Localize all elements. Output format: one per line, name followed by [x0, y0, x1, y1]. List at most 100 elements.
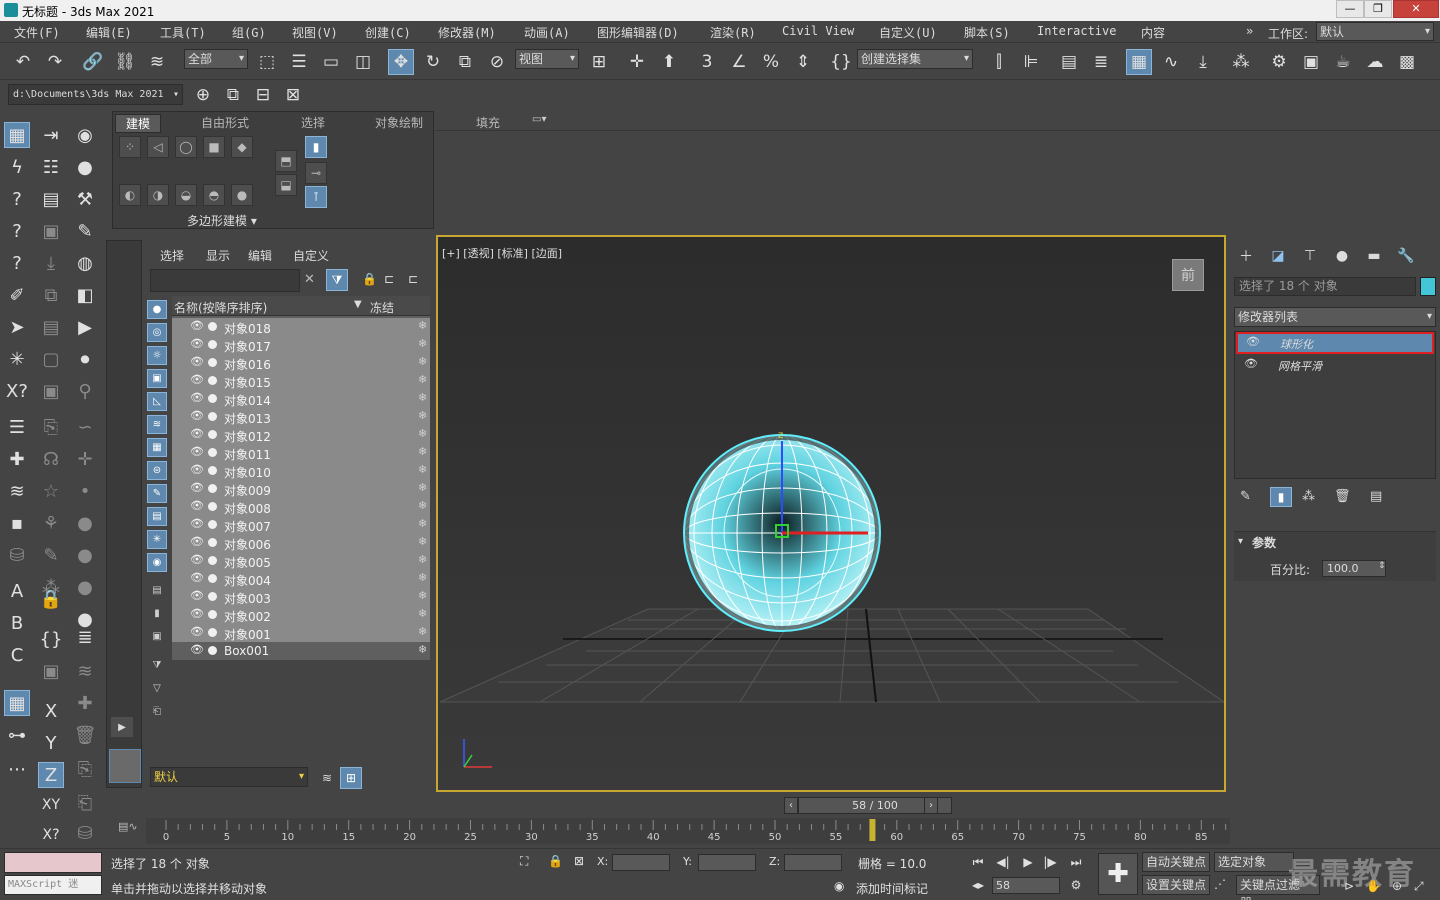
- link-icon[interactable]: 🔗: [80, 49, 106, 75]
- render-production-icon[interactable]: ☕: [1330, 49, 1356, 75]
- menu-animation[interactable]: 动画(A): [524, 24, 570, 41]
- key-mode-icon[interactable]: ◂▸: [970, 877, 986, 893]
- renderable-dot-icon[interactable]: [208, 358, 217, 367]
- next-frame-button-icon[interactable]: |▶: [1042, 854, 1058, 870]
- layer-explorer-toggle-icon[interactable]: ≋: [316, 767, 338, 789]
- move-dim-icon[interactable]: ✛: [72, 446, 98, 472]
- select-manipulate-icon[interactable]: ✛: [624, 49, 650, 75]
- renderable-dot-icon[interactable]: [208, 322, 217, 331]
- sort-desc-icon[interactable]: ▼: [354, 299, 362, 310]
- explorer-search-input[interactable]: [150, 269, 300, 292]
- freeze-snowflake-icon[interactable]: ❄: [418, 571, 427, 584]
- isolate-selection-icon[interactable]: ⛶: [520, 854, 528, 869]
- filter-lights-icon[interactable]: ☼: [147, 346, 167, 365]
- tab-modeling[interactable]: 建模: [115, 114, 162, 133]
- renderable-dot-icon[interactable]: [208, 394, 217, 403]
- layer-stack-strip-icon[interactable]: ≋: [4, 478, 30, 504]
- explorer-menu-edit[interactable]: 编辑: [248, 247, 272, 264]
- freeze-snowflake-icon[interactable]: ❄: [418, 607, 427, 620]
- visibility-eye-icon[interactable]: 👁: [190, 337, 204, 350]
- select-box-icon[interactable]: ▪: [4, 510, 30, 536]
- maximize-button[interactable]: ❐: [1364, 0, 1392, 18]
- cylinder-icon[interactable]: ⛁: [4, 542, 30, 568]
- stack-dim-bottom-icon[interactable]: ⛁: [72, 820, 98, 846]
- rollout-collapse-icon[interactable]: ▾: [1238, 536, 1243, 547]
- dot-medium-icon[interactable]: ●: [72, 510, 98, 536]
- explorer-row[interactable]: 👁 对象006 ❄: [172, 534, 430, 552]
- menu-file[interactable]: 文件(F): [14, 24, 60, 41]
- selection-name-field[interactable]: 选择了 18 个 对象: [1234, 277, 1416, 296]
- hierarchy-alt-icon[interactable]: ⊏: [408, 272, 418, 286]
- rollout-title[interactable]: 参数: [1252, 534, 1276, 551]
- prev-frame-icon[interactable]: ‹: [784, 797, 798, 814]
- viewport-icon[interactable]: ◉: [72, 122, 98, 148]
- visibility-eye-icon[interactable]: 👁: [190, 535, 204, 548]
- filter-helpers-icon[interactable]: ◺: [147, 392, 167, 411]
- copy-dim-icon[interactable]: ⎘: [72, 756, 98, 782]
- visibility-eye-icon[interactable]: 👁: [190, 319, 204, 332]
- filter-funnel-alt-icon[interactable]: ▽: [147, 679, 167, 698]
- show-result-icon[interactable]: ⊺: [305, 186, 327, 208]
- xform-icon[interactable]: X?: [4, 378, 30, 404]
- key-filter-icon[interactable]: ⋰: [1214, 877, 1226, 891]
- circle-gray-icon[interactable]: ●: [72, 574, 98, 600]
- menu-create[interactable]: 创建(C): [365, 24, 411, 41]
- question-lasso-icon[interactable]: ?: [4, 186, 30, 212]
- vertex-icon[interactable]: ⁘: [119, 136, 141, 158]
- add-time-tag-text[interactable]: 添加时间标记: [856, 880, 928, 897]
- explorer-row[interactable]: 👁 对象004 ❄: [172, 570, 430, 588]
- renderable-dot-icon[interactable]: [208, 466, 217, 475]
- align-icon[interactable]: ⊫: [1018, 49, 1044, 75]
- visibility-eye-icon[interactable]: 👁: [190, 571, 204, 584]
- filter-groups-icon[interactable]: ▦: [147, 438, 167, 457]
- visibility-eye-icon[interactable]: 👁: [190, 355, 204, 368]
- renderable-dot-icon[interactable]: [208, 430, 217, 439]
- sort-by-hierarchy-icon[interactable]: ⊞: [340, 767, 362, 789]
- explorer-menu-customize[interactable]: 自定义: [293, 247, 329, 264]
- time-tag-icon[interactable]: ◉: [834, 879, 844, 893]
- grow-icon[interactable]: ◓: [203, 184, 225, 206]
- selection-lock-icon[interactable]: 🔒: [548, 854, 563, 868]
- go-to-start-icon[interactable]: ⏮: [970, 854, 986, 870]
- viewport-thumbnail[interactable]: [109, 749, 141, 783]
- mirror-icon[interactable]: ⫿: [986, 49, 1012, 75]
- filter-bones-icon[interactable]: ✎: [147, 484, 167, 503]
- renderable-dot-icon[interactable]: [208, 340, 217, 349]
- column-freeze-header[interactable]: 冻结: [370, 299, 394, 316]
- clone-icon[interactable]: ⧉: [38, 282, 64, 308]
- current-layer-dropdown[interactable]: 默认: [150, 767, 308, 787]
- create-tab-icon[interactable]: ＋: [1234, 245, 1258, 267]
- project-path-dropdown[interactable]: d:\Documents\3ds Max 2021: [8, 84, 183, 105]
- auto-key-button[interactable]: 自动关键点: [1142, 852, 1211, 872]
- freeze-snowflake-icon[interactable]: ❄: [418, 481, 427, 494]
- renderable-dot-icon[interactable]: [208, 628, 217, 637]
- renderable-dot-icon[interactable]: [208, 610, 217, 619]
- modify-mode-icon[interactable]: ▮: [305, 136, 327, 158]
- display-tab-icon[interactable]: ▬: [1362, 245, 1386, 267]
- border-icon[interactable]: ◯: [175, 136, 197, 158]
- help-align-icon[interactable]: ?: [4, 250, 30, 276]
- visibility-eye-icon[interactable]: 👁: [190, 463, 204, 476]
- undo-icon[interactable]: ↶: [10, 49, 36, 75]
- explorer-row[interactable]: 👁 对象014 ❄: [172, 390, 430, 408]
- current-frame-marker[interactable]: [869, 819, 876, 841]
- menu-views[interactable]: 视图(V): [292, 24, 338, 41]
- ruler-icon[interactable]: ⊶: [4, 722, 30, 748]
- layer-explorer-icon[interactable]: ≣: [1088, 49, 1114, 75]
- polygon-modeling-label[interactable]: 多边形建模 ▾: [187, 212, 257, 229]
- angle-snap-icon[interactable]: ∠: [726, 49, 752, 75]
- ring-icon[interactable]: ◑: [147, 184, 169, 206]
- freeze-snowflake-icon[interactable]: ❄: [418, 553, 427, 566]
- reference-coord-dropdown[interactable]: 视图: [515, 49, 579, 69]
- renderable-dot-icon[interactable]: [208, 520, 217, 529]
- star-icon[interactable]: ☆: [38, 478, 64, 504]
- freeze-snowflake-icon[interactable]: ❄: [418, 535, 427, 548]
- configure-sets-icon[interactable]: ▤: [1370, 489, 1382, 504]
- stack-up-icon[interactable]: ⬒: [275, 150, 297, 172]
- filter-hidden-icon[interactable]: ◉: [147, 553, 167, 572]
- render-setup-icon[interactable]: ⚙: [1266, 49, 1292, 75]
- menu-rendering[interactable]: 渲染(R): [710, 24, 756, 41]
- freeze-snowflake-icon[interactable]: ❄: [418, 445, 427, 458]
- menu-scripting[interactable]: 脚本(S): [964, 24, 1010, 41]
- dots-icon[interactable]: ⋯: [4, 756, 30, 782]
